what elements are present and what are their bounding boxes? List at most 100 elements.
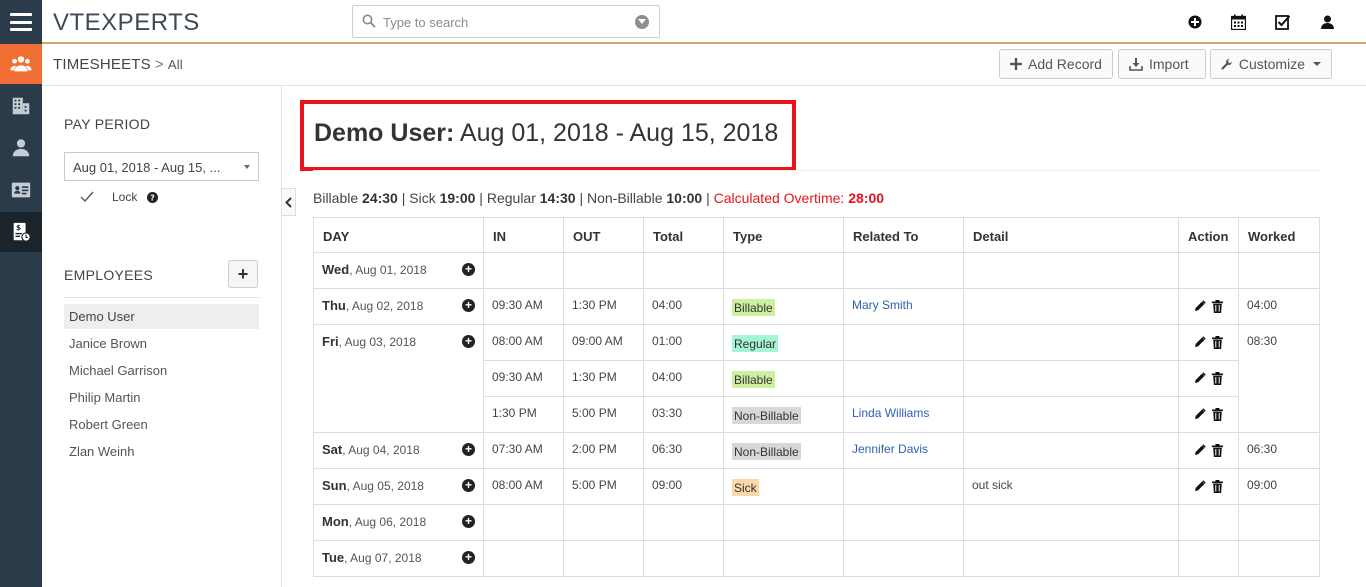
add-entry-icon[interactable]: +: [462, 551, 475, 564]
user-menu-button[interactable]: [1318, 13, 1336, 31]
add-entry-icon[interactable]: +: [462, 299, 475, 312]
help-icon[interactable]: ?: [147, 191, 159, 203]
global-search[interactable]: Type to search: [352, 5, 660, 38]
calendar-button[interactable]: [1229, 13, 1247, 31]
module-header: TIMESHEETS > All Add Record Import Customi…: [42, 44, 1366, 86]
time-out-cell[interactable]: 2:00 PM: [563, 432, 644, 469]
sick-label: Sick: [409, 190, 436, 206]
delete-icon[interactable]: [1212, 408, 1223, 424]
detail-cell: out sick: [963, 468, 1179, 505]
table-row: Tue, Aug 07, 2018 +: [313, 540, 1320, 577]
column-header[interactable]: OUT: [563, 217, 644, 253]
checkmark-icon: [80, 191, 94, 203]
time-in-cell[interactable]: 1:30 PM: [483, 396, 564, 433]
delete-icon[interactable]: [1212, 444, 1223, 460]
row-actions: [1187, 442, 1230, 460]
time-out-cell[interactable]: 5:00 PM: [563, 396, 644, 433]
menu-toggle-button[interactable]: [0, 0, 42, 44]
column-header[interactable]: Total: [643, 217, 724, 253]
column-header[interactable]: Worked: [1238, 217, 1320, 253]
employee-item[interactable]: Zlan Weinh: [64, 439, 259, 464]
column-header[interactable]: Action: [1178, 217, 1239, 253]
add-entry-icon[interactable]: +: [462, 479, 475, 492]
lock-toggle[interactable]: Lock ?: [80, 190, 159, 204]
type-badge: Sick: [732, 479, 759, 496]
checkbox-icon: [1274, 15, 1290, 30]
time-in-cell: [483, 540, 564, 577]
add-entry-icon[interactable]: +: [462, 443, 475, 456]
time-out-cell[interactable]: 1:30 PM: [563, 360, 644, 397]
employee-item[interactable]: Philip Martin: [64, 385, 259, 410]
edit-icon[interactable]: [1194, 300, 1206, 316]
pay-period-label: PAY PERIOD: [64, 116, 151, 132]
edit-icon[interactable]: [1194, 444, 1206, 460]
time-in-cell: [483, 504, 564, 541]
row-actions: [1187, 298, 1230, 316]
action-cell: [1178, 324, 1239, 361]
delete-icon[interactable]: [1212, 300, 1223, 316]
add-entry-icon[interactable]: +: [462, 515, 475, 528]
employee-item[interactable]: Michael Garrison: [64, 358, 259, 383]
add-record-button[interactable]: Add Record: [999, 49, 1113, 79]
nav-contacts-group[interactable]: [0, 44, 42, 84]
app-logo[interactable]: VTEXPERTS: [53, 9, 200, 37]
related-to-cell: [843, 252, 964, 289]
tasks-button[interactable]: [1274, 13, 1292, 31]
quick-create-button[interactable]: [1186, 13, 1204, 31]
related-to-link[interactable]: Mary Smith: [852, 298, 913, 312]
related-to-link[interactable]: Linda Williams: [852, 406, 929, 420]
edit-icon[interactable]: [1194, 480, 1206, 496]
nav-contacts[interactable]: [0, 128, 42, 168]
time-out-cell[interactable]: 09:00 AM: [563, 324, 644, 361]
plus-icon: [1010, 58, 1022, 70]
svg-text:?: ?: [151, 193, 156, 202]
column-header[interactable]: DAY: [313, 217, 484, 253]
search-options-icon[interactable]: [635, 15, 649, 29]
column-header[interactable]: Related To: [843, 217, 964, 253]
pay-period-select[interactable]: Aug 01, 2018 - Aug 15, ...: [64, 152, 259, 181]
breadcrumb-module[interactable]: TIMESHEETS: [53, 56, 151, 73]
add-entry-icon[interactable]: +: [462, 335, 475, 348]
edit-icon[interactable]: [1194, 336, 1206, 352]
detail-cell: [963, 360, 1179, 397]
page-title-user: Demo User:: [314, 119, 455, 147]
nav-timesheets[interactable]: $: [0, 212, 42, 252]
breadcrumb-view[interactable]: All: [168, 57, 183, 72]
time-in-cell[interactable]: 07:30 AM: [483, 432, 564, 469]
column-header[interactable]: Type: [723, 217, 844, 253]
wrench-icon: [1221, 58, 1232, 70]
delete-icon[interactable]: [1212, 336, 1223, 352]
day-of-week: Sun: [322, 478, 347, 493]
time-in-cell[interactable]: 09:30 AM: [483, 360, 564, 397]
import-button[interactable]: Import: [1118, 49, 1206, 79]
nav-cards[interactable]: [0, 170, 42, 210]
employee-item[interactable]: Janice Brown: [64, 331, 259, 356]
time-out-cell[interactable]: 1:30 PM: [563, 288, 644, 325]
column-header[interactable]: IN: [483, 217, 564, 253]
employee-item[interactable]: Robert Green: [64, 412, 259, 437]
add-employee-button[interactable]: +: [228, 260, 258, 288]
day-cell: Tue, Aug 07, 2018 +: [313, 540, 484, 577]
edit-icon[interactable]: [1194, 372, 1206, 388]
delete-icon[interactable]: [1212, 480, 1223, 496]
time-in-cell[interactable]: 08:00 AM: [483, 468, 564, 505]
table-row: Fri, Aug 03, 2018 +08:00 AM 09:00 AM 01:00 R…: [313, 324, 1320, 433]
time-out-cell[interactable]: 5:00 PM: [563, 468, 644, 505]
search-input[interactable]: Type to search: [383, 15, 468, 30]
collapse-sidebar-button[interactable]: [281, 188, 296, 216]
employee-item[interactable]: Demo User: [64, 304, 259, 329]
edit-icon[interactable]: [1194, 408, 1206, 424]
column-header[interactable]: Detail: [963, 217, 1179, 253]
nav-organizations[interactable]: [0, 86, 42, 126]
type-cell: [723, 252, 844, 289]
add-entry-icon[interactable]: +: [462, 263, 475, 276]
customize-button[interactable]: Customize: [1210, 49, 1332, 79]
hours-summary: Billable 24:30 | Sick 19:00 | Regular 14…: [313, 190, 885, 206]
day-date: Aug 01, 2018: [355, 263, 427, 277]
delete-icon[interactable]: [1212, 372, 1223, 388]
time-in-cell[interactable]: 08:00 AM: [483, 324, 564, 361]
time-in-cell[interactable]: 09:30 AM: [483, 288, 564, 325]
related-to-cell: [843, 468, 964, 505]
related-to-link[interactable]: Jennifer Davis: [852, 442, 928, 456]
billable-label: Billable: [313, 190, 359, 206]
